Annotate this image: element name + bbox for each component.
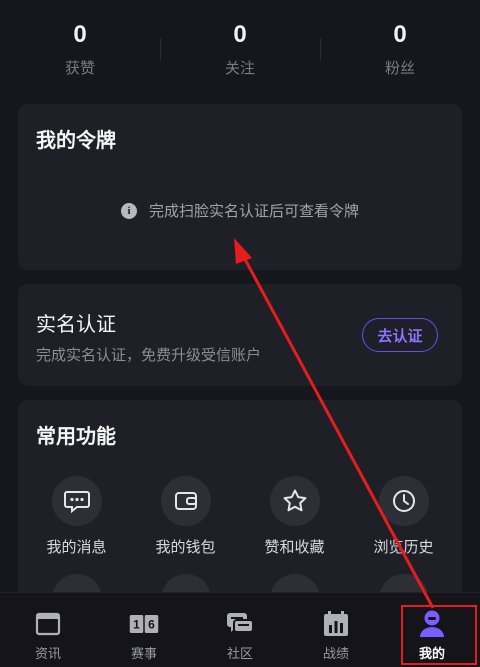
stat-label: 关注 [224,59,255,77]
svg-text:1: 1 [133,618,140,632]
tab-label: 资讯 [34,647,61,662]
message-icon [51,476,102,526]
function-label: 赞和收藏 [264,538,325,556]
token-card: 我的令牌 i 完成扫脸实名认证后可查看令牌 [18,104,462,270]
token-card-title: 我的令牌 [36,128,116,152]
function-messages[interactable]: 我的消息 [27,476,127,557]
clock-icon [378,476,429,526]
chat-icon [225,609,255,639]
real-name-desc: 完成实名认证，免费升级受信账户 [36,346,262,364]
tab-label: 战绩 [322,647,349,662]
tab-community[interactable]: 社区 [192,593,288,667]
wallet-icon [160,476,211,526]
stat-value: 0 [233,21,247,48]
function-label: 我的消息 [46,538,107,556]
news-icon [33,609,63,639]
tab-news[interactable]: 资讯 [0,593,96,667]
token-tip: i 完成扫脸实名认证后可查看令牌 [18,200,462,221]
tab-matches[interactable]: 1 6 赛事 [96,593,192,667]
tab-record[interactable]: 战绩 [288,593,384,667]
tab-label: 赛事 [130,647,157,662]
function-label: 我的钱包 [155,538,216,556]
annotation-highlight-box [401,605,477,665]
functions-grid: 我的消息 我的钱包 赞和收藏 浏览历史 [18,476,462,557]
real-name-title: 实名认证 [36,312,116,336]
stat-likes[interactable]: 0 获赞 [0,0,160,92]
star-icon [269,476,320,526]
stats-icon [321,609,351,639]
tab-label: 社区 [226,647,253,662]
stat-label: 获赞 [64,59,95,77]
function-history[interactable]: 浏览历史 [354,476,454,557]
stat-value: 0 [73,21,87,48]
function-wallet[interactable]: 我的钱包 [136,476,236,557]
function-label: 浏览历史 [373,538,434,556]
function-favorites[interactable]: 赞和收藏 [245,476,345,557]
stat-following[interactable]: 0 关注 [160,0,320,92]
stat-value: 0 [393,21,407,48]
stat-label: 粉丝 [384,59,415,77]
verify-button[interactable]: 去认证 [362,318,438,352]
functions-title: 常用功能 [36,424,116,448]
score-icon: 1 6 [129,609,159,639]
functions-card: 常用功能 我的消息 我的钱包 赞和收藏 浏览历史 [18,400,462,624]
info-icon: i [120,202,137,219]
real-name-card: 实名认证 完成实名认证，免费升级受信账户 去认证 [18,284,462,386]
stat-fans[interactable]: 0 粉丝 [320,0,480,92]
svg-text:6: 6 [148,618,155,632]
stats-row: 0 获赞 0 关注 0 粉丝 [0,0,480,92]
token-tip-text: 完成扫脸实名认证后可查看令牌 [148,202,359,220]
